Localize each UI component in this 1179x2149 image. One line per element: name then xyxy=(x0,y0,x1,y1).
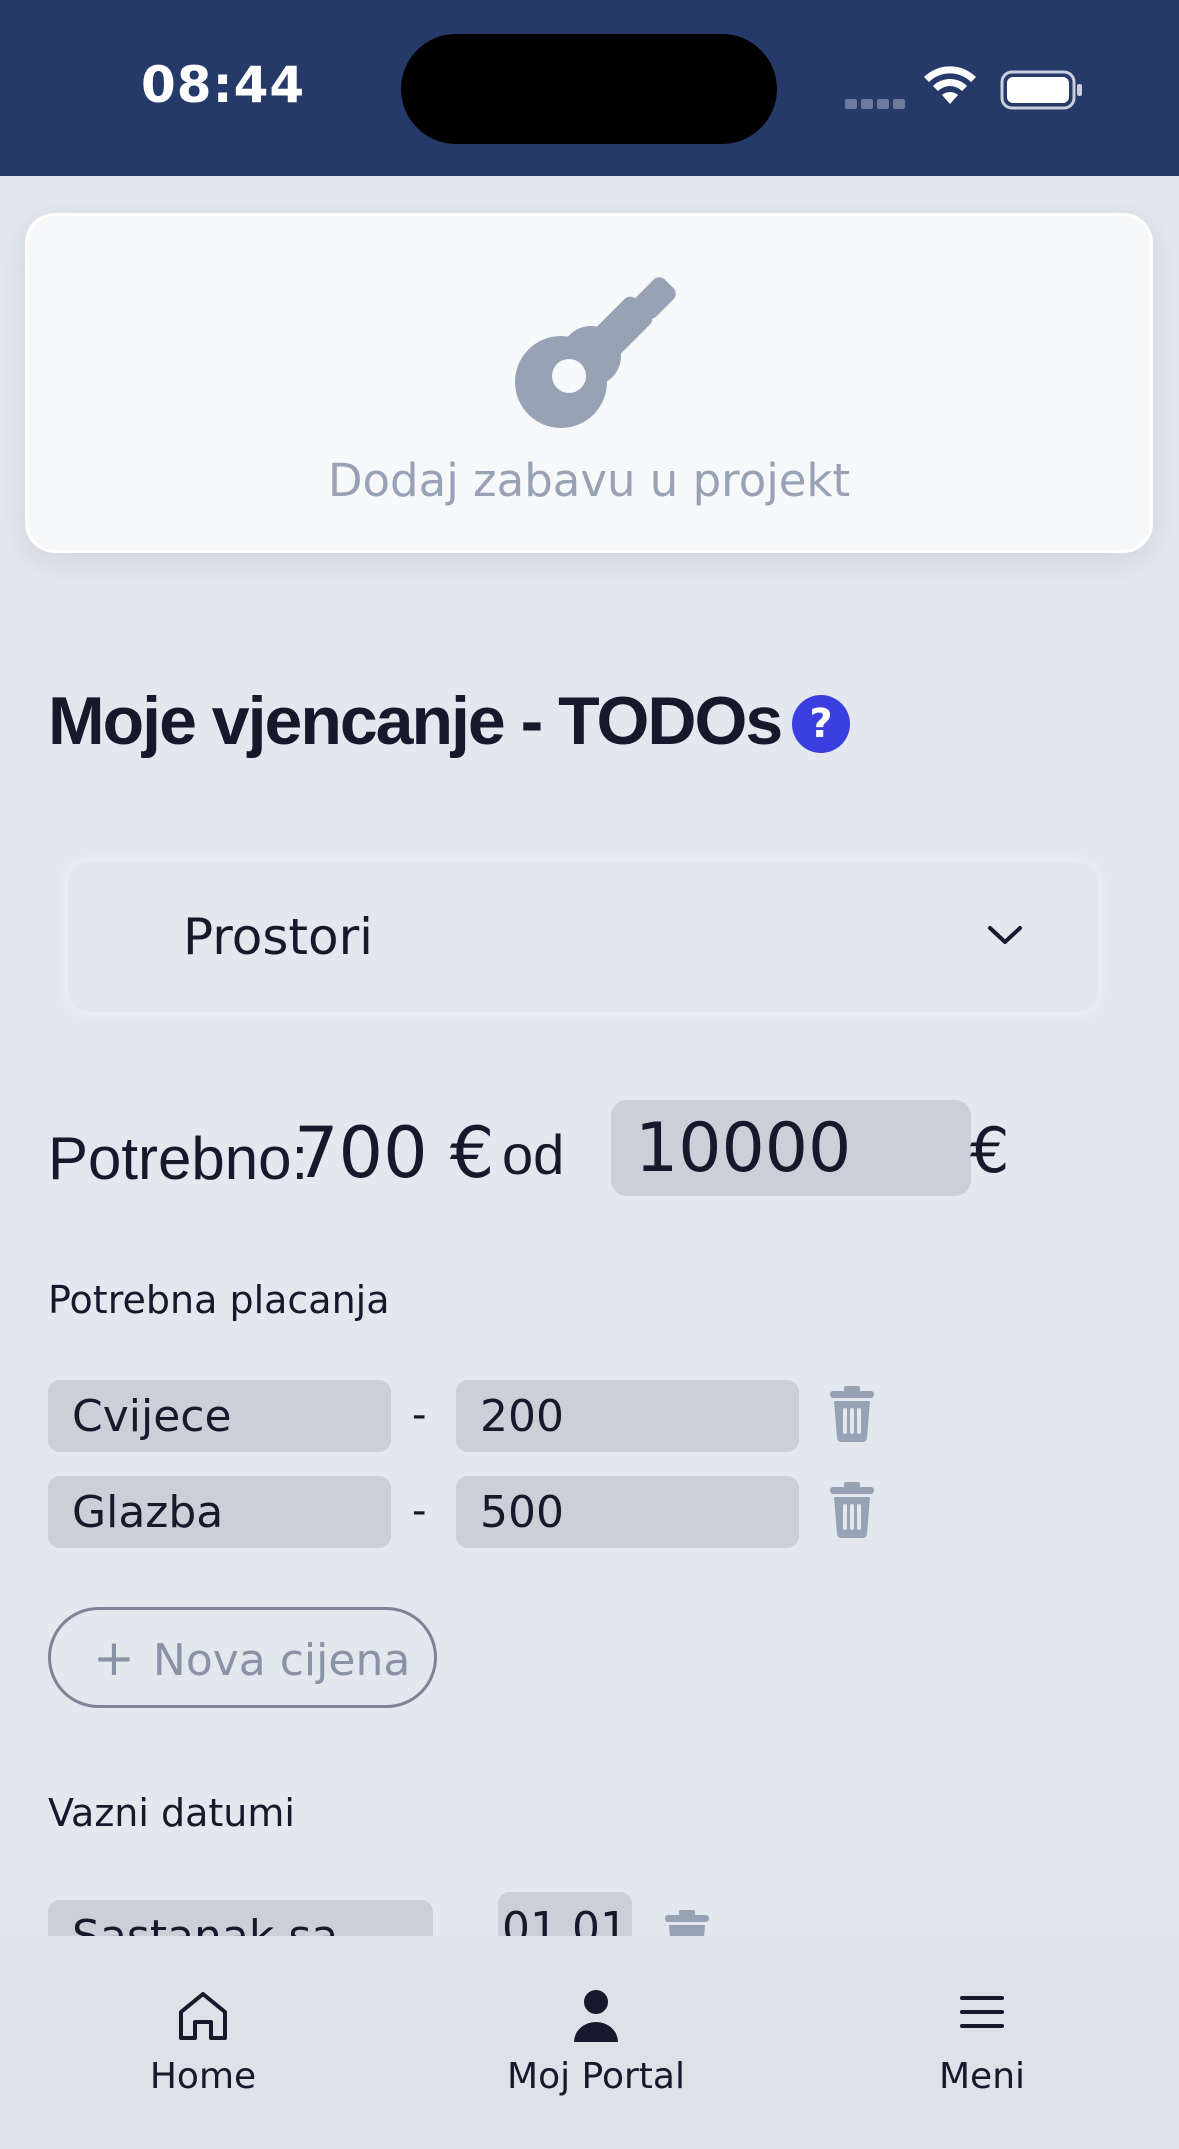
nav-label-menu: Meni xyxy=(938,2056,1026,2097)
dates-section-label: Vazni datumi xyxy=(48,1791,295,1835)
trash-icon[interactable] xyxy=(830,1482,874,1538)
add-entertainment-card[interactable]: Dodaj zabavu u projekt xyxy=(25,213,1153,553)
status-bar: 08:44 xyxy=(0,0,1179,176)
plus-icon: + xyxy=(93,1628,135,1687)
nav-item-portal[interactable]: Moj Portal xyxy=(446,1936,746,2149)
payment-name-input[interactable] xyxy=(48,1380,391,1452)
guitar-icon xyxy=(515,277,676,428)
page-title: Moje vjencanje - TODOs xyxy=(48,683,783,759)
nav-item-menu[interactable]: Meni xyxy=(832,1936,1132,2149)
needed-amount: 700 € xyxy=(294,1112,495,1194)
nav-item-home[interactable]: Home xyxy=(53,1936,353,2149)
payment-name-input[interactable] xyxy=(48,1476,391,1548)
battery-icon xyxy=(1000,70,1082,110)
nav-label-portal: Moj Portal xyxy=(507,2056,685,2097)
payment-separator: - xyxy=(412,1392,427,1438)
payment-amount-input[interactable] xyxy=(456,1476,799,1548)
status-time: 08:44 xyxy=(141,56,306,114)
needed-label: Potrebno: xyxy=(48,1125,309,1192)
trash-icon[interactable] xyxy=(830,1386,874,1442)
chevron-down-icon xyxy=(988,926,1022,944)
payment-amount-input[interactable] xyxy=(456,1380,799,1452)
bottom-nav: Home Moj Portal Meni xyxy=(0,1936,1179,2149)
dynamic-island xyxy=(401,34,777,144)
home-icon xyxy=(179,1992,227,2040)
add-price-button[interactable]: + Nova cijena xyxy=(48,1607,437,1708)
add-price-label: Nova cijena xyxy=(152,1634,411,1686)
cellular-signal-icon xyxy=(845,94,909,113)
person-icon xyxy=(574,1990,618,2042)
wifi-icon xyxy=(924,66,976,104)
of-label: od xyxy=(502,1123,565,1186)
total-budget-input[interactable] xyxy=(611,1100,971,1196)
help-icon[interactable]: ? xyxy=(792,695,850,753)
payments-section-label: Potrebna placanja xyxy=(48,1278,390,1322)
category-dropdown-value: Prostori xyxy=(183,908,374,966)
category-dropdown[interactable]: Prostori xyxy=(68,862,1098,1012)
nav-label-home: Home xyxy=(149,2056,257,2097)
payment-separator: - xyxy=(412,1488,427,1534)
currency-label: € xyxy=(970,1114,1010,1187)
add-entertainment-label: Dodaj zabavu u projekt xyxy=(327,454,851,507)
menu-icon xyxy=(960,1996,1004,2028)
